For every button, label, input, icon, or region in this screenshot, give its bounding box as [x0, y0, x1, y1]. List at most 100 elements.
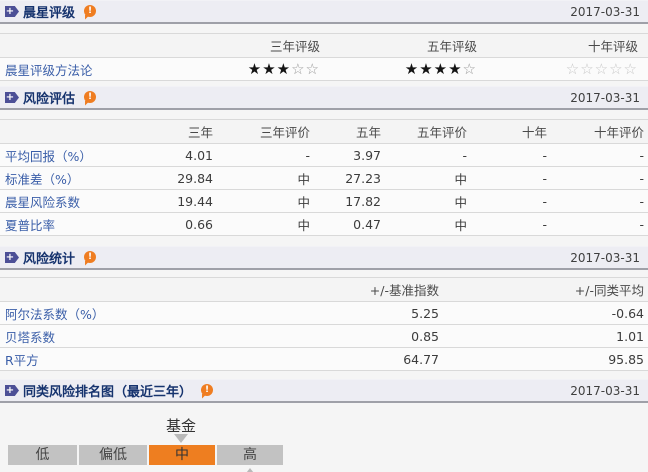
cell-value: - [471, 143, 551, 167]
col-header-10y-rating: 十年评级 [487, 33, 648, 58]
table-header-row: 三年 三年评价 五年 五年评价 十年 十年评价 [0, 119, 648, 144]
segment-medium-active: 中 [149, 445, 215, 465]
table-row: 晨星风险系数 19.44 中 17.82 中 - - [0, 189, 648, 213]
cell-value: 中 [217, 166, 314, 190]
cell-value: - [551, 166, 648, 190]
table-row: 标准差（%） 29.84 中 27.23 中 - - [0, 166, 648, 190]
empty-header-cell [0, 119, 130, 144]
section-header-risk-rank: + 同类风险排名图（最近三年） ! 2017-03-31 [0, 379, 648, 403]
table-row: 夏普比率 0.66 中 0.47 中 - - [0, 212, 648, 236]
empty-stars: ☆ [462, 60, 477, 78]
cell-value: 27.23 [314, 166, 385, 190]
expand-icon[interactable]: + [5, 92, 19, 103]
table-row: 贝塔系数 0.85 1.01 [0, 324, 648, 348]
row-label-link[interactable]: R平方 [0, 347, 130, 371]
cell-value: 中 [217, 212, 314, 236]
help-exclamation-icon[interactable]: ! [84, 4, 97, 17]
category-marker-arrow-icon [243, 468, 257, 472]
col-header-3y-eval: 三年评价 [217, 119, 314, 144]
section-title: 风险统计 [23, 252, 76, 267]
help-exclamation-icon[interactable]: ! [84, 90, 97, 103]
section-title: 风险评估 [23, 92, 76, 107]
empty-stars: ☆☆ [291, 60, 320, 78]
col-header-5y-rating: 五年评级 [330, 33, 487, 58]
expand-icon[interactable]: + [5, 6, 19, 17]
risk-rank-bar: 低 偏低 中 高 [8, 445, 283, 465]
fund-rating-page: + 晨星评级 ! 2017-03-31 三年评级 五年评级 十年评级 晨星评级方… [0, 0, 648, 472]
cell-value: 5.25 [130, 301, 443, 325]
cell-value: - [551, 143, 648, 167]
cell-value: 中 [217, 189, 314, 213]
cell-value: - [471, 166, 551, 190]
cell-value: - [551, 189, 648, 213]
col-header-3y: 三年 [130, 119, 217, 144]
cell-value: - [385, 143, 471, 167]
cell-value: 95.85 [443, 347, 648, 371]
row-label-link[interactable]: 夏普比率 [0, 212, 130, 236]
expand-icon[interactable]: + [5, 252, 19, 263]
row-label-link[interactable]: 晨星风险系数 [0, 189, 130, 213]
row-label-link[interactable]: 阿尔法系数（%） [0, 301, 130, 325]
help-exclamation-icon[interactable]: ! [201, 383, 214, 396]
risk-stats-table: +/-基准指数 +/-同类平均 阿尔法系数（%） 5.25 -0.64 贝塔系数… [0, 277, 648, 371]
cell-value: 0.66 [130, 212, 217, 236]
methodology-link[interactable]: 晨星评级方法论 [0, 57, 150, 81]
section-date: 2017-03-31 [570, 383, 640, 398]
col-header-5y-eval: 五年评价 [385, 119, 471, 144]
col-header-vs-benchmark: +/-基准指数 [130, 277, 443, 302]
filled-stars: ★★★ [247, 60, 292, 78]
table-header-row: +/-基准指数 +/-同类平均 [0, 277, 648, 302]
section-date: 2017-03-31 [570, 90, 640, 105]
cell-value: -0.64 [443, 301, 648, 325]
col-header-5y: 五年 [314, 119, 385, 144]
section-date: 2017-03-31 [570, 250, 640, 265]
filled-stars: ★★★★ [404, 60, 463, 78]
segment-below-avg: 偏低 [79, 445, 147, 465]
help-exclamation-icon[interactable]: ! [84, 250, 97, 263]
section-title: 晨星评级 [23, 6, 76, 21]
segment-high: 高 [217, 445, 283, 465]
cell-value: 0.47 [314, 212, 385, 236]
table-row: 平均回报（%） 4.01 - 3.97 - - - [0, 143, 648, 167]
empty-header-cell [0, 277, 130, 302]
cell-value: 64.77 [130, 347, 443, 371]
table-row: R平方 64.77 95.85 [0, 347, 648, 371]
empty-stars: ☆☆☆☆☆ [565, 60, 638, 78]
cell-value: 0.85 [130, 324, 443, 348]
section-header-risk-stats: + 风险统计 ! 2017-03-31 [0, 246, 648, 270]
col-header-10y-eval: 十年评价 [551, 119, 648, 144]
cell-value: 1.01 [443, 324, 648, 348]
section-header-risk-eval: + 风险评估 ! 2017-03-31 [0, 86, 648, 110]
row-label-link[interactable]: 贝塔系数 [0, 324, 130, 348]
table-header-row: 三年评级 五年评级 十年评级 [0, 33, 648, 58]
cell-value: - [217, 143, 314, 167]
cell-value: 29.84 [130, 166, 217, 190]
risk-rank-chart: 基金 低 偏低 中 高 基金类别 [0, 407, 648, 472]
table-row: 晨星评级方法论 ★★★☆☆ ★★★★☆ ☆☆☆☆☆ [0, 57, 648, 81]
section-header-star-rating: + 晨星评级 ! 2017-03-31 [0, 0, 648, 24]
star-rating-table: 三年评级 五年评级 十年评级 晨星评级方法论 ★★★☆☆ ★★★★☆ ☆☆☆☆☆ [0, 33, 648, 81]
cell-value: - [551, 212, 648, 236]
cell-value: - [471, 189, 551, 213]
cell-value: 中 [385, 166, 471, 190]
col-header-3y-rating: 三年评级 [150, 33, 330, 58]
cell-value: 中 [385, 189, 471, 213]
cell-value: 中 [385, 212, 471, 236]
cell-value: 17.82 [314, 189, 385, 213]
cell-value: 19.44 [130, 189, 217, 213]
risk-eval-table: 三年 三年评价 五年 五年评价 十年 十年评价 平均回报（%） 4.01 - 3… [0, 119, 648, 236]
cell-value: 3.97 [314, 143, 385, 167]
fund-marker-label: 基金 [165, 417, 197, 435]
col-header-10y: 十年 [471, 119, 551, 144]
expand-icon[interactable]: + [5, 385, 19, 396]
section-date: 2017-03-31 [570, 4, 640, 19]
row-label-link[interactable]: 平均回报（%） [0, 143, 130, 167]
col-header-vs-category: +/-同类平均 [443, 277, 648, 302]
cell-value: 4.01 [130, 143, 217, 167]
cell-value: - [471, 212, 551, 236]
fund-marker-arrow-icon [174, 434, 188, 443]
stars-3y: ★★★☆☆ [150, 57, 330, 81]
stars-5y: ★★★★☆ [330, 57, 487, 81]
section-title: 同类风险排名图（最近三年） [23, 385, 193, 400]
row-label-link[interactable]: 标准差（%） [0, 166, 130, 190]
